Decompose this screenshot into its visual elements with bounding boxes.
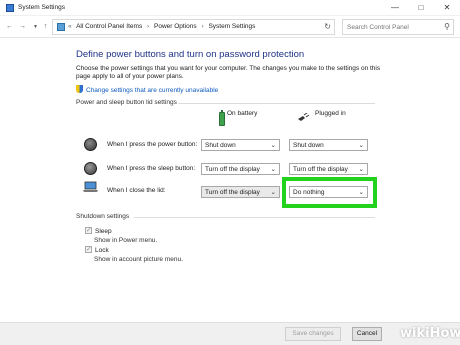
section-divider (178, 103, 375, 104)
section-shutdown-title: Shutdown settings (76, 213, 130, 220)
sleep-checkbox-label: Sleep (95, 228, 112, 235)
title-bar: System Settings — □ ✕ (0, 0, 460, 16)
lock-checkbox-row: Lock (85, 245, 109, 254)
close-lid-battery-select[interactable]: Turn off the display ⌄ (201, 186, 280, 198)
close-lid-label: When I close the lid: (107, 187, 166, 194)
sleep-button-icon (84, 162, 97, 175)
wikihow-watermark: wikiHow (400, 326, 460, 341)
watermark-how: How (429, 326, 460, 341)
sleep-button-plugged-value: Turn off the display (293, 166, 348, 173)
lock-note: Show in account picture menu. (94, 256, 183, 263)
forward-arrow-icon[interactable]: → (17, 21, 28, 33)
column-on-battery: On battery (227, 110, 258, 117)
chevron-down-icon: ⌄ (358, 166, 364, 173)
breadcrumb-system-settings[interactable]: System Settings (208, 23, 255, 30)
search-icon[interactable]: ⚲ (444, 22, 450, 31)
page-title: Define power buttons and turn on passwor… (76, 49, 305, 60)
laptop-lid-icon (83, 181, 98, 192)
breadcrumb: « All Control Panel Items › Power Option… (68, 23, 258, 30)
change-settings-link[interactable]: Change settings that are currently unava… (76, 85, 218, 94)
sleep-checkbox[interactable] (85, 226, 92, 234)
chevron-down-icon: ⌄ (358, 142, 364, 149)
footer-bar: Save changes Cancel (0, 322, 460, 345)
breadcrumb-power-options[interactable]: Power Options (154, 23, 197, 30)
chevron-down-icon: ⌄ (270, 142, 276, 149)
power-button-icon (84, 138, 97, 151)
power-button-battery-value: Shut down (205, 142, 236, 149)
save-changes-button[interactable]: Save changes (285, 327, 341, 341)
close-lid-battery-value: Turn off the display (205, 189, 260, 196)
maximize-button[interactable]: □ (408, 0, 434, 16)
lock-checkbox-label: Lock (95, 247, 109, 254)
breadcrumb-separator: › (201, 23, 204, 30)
refresh-icon[interactable]: ↻ (324, 22, 331, 31)
address-box[interactable]: « All Control Panel Items › Power Option… (52, 19, 335, 35)
intro-text: Choose the power settings that you want … (76, 65, 381, 80)
column-plugged-in: Plugged in (315, 110, 346, 117)
sleep-button-battery-value: Turn off the display (205, 166, 260, 173)
uac-shield-icon (76, 85, 83, 93)
breadcrumb-overflow[interactable]: « (68, 23, 72, 30)
window-title: System Settings (18, 4, 65, 11)
search-box[interactable]: ⚲ (342, 19, 454, 35)
up-arrow-icon[interactable]: ↑ (40, 21, 51, 33)
battery-icon (219, 110, 225, 126)
sleep-button-label: When I press the sleep button: (107, 165, 196, 172)
back-arrow-icon[interactable]: ← (4, 21, 15, 33)
sleep-checkbox-row: Sleep (85, 226, 112, 235)
address-bar-row: ← → ▼ ↑ « All Control Panel Items › Powe… (0, 16, 460, 38)
plug-icon (298, 113, 310, 121)
close-button[interactable]: ✕ (434, 0, 460, 16)
sleep-note: Show in Power menu. (94, 237, 158, 244)
power-button-battery-select[interactable]: Shut down ⌄ (201, 139, 280, 151)
section-power-buttons-title: Power and sleep button lid settings (76, 99, 177, 106)
sleep-button-plugged-select[interactable]: Turn off the display ⌄ (289, 163, 368, 175)
section-divider (134, 217, 375, 218)
cancel-button[interactable]: Cancel (352, 327, 382, 341)
power-button-plugged-value: Shut down (293, 142, 324, 149)
breadcrumb-separator: › (147, 23, 150, 30)
control-panel-icon (6, 4, 14, 12)
change-settings-label[interactable]: Change settings that are currently unava… (86, 87, 218, 94)
chevron-down-icon: ⌄ (270, 189, 276, 196)
control-panel-icon (57, 23, 65, 31)
highlight-box (282, 177, 377, 208)
lock-checkbox[interactable] (85, 245, 92, 253)
chevron-down-icon: ⌄ (270, 166, 276, 173)
breadcrumb-all-items[interactable]: All Control Panel Items (76, 23, 142, 30)
search-input[interactable] (347, 22, 437, 33)
power-button-label: When I press the power button: (107, 141, 198, 148)
power-button-plugged-select[interactable]: Shut down ⌄ (289, 139, 368, 151)
sleep-button-battery-select[interactable]: Turn off the display ⌄ (201, 163, 280, 175)
watermark-wiki: wiki (400, 326, 430, 341)
minimize-button[interactable]: — (382, 0, 408, 16)
